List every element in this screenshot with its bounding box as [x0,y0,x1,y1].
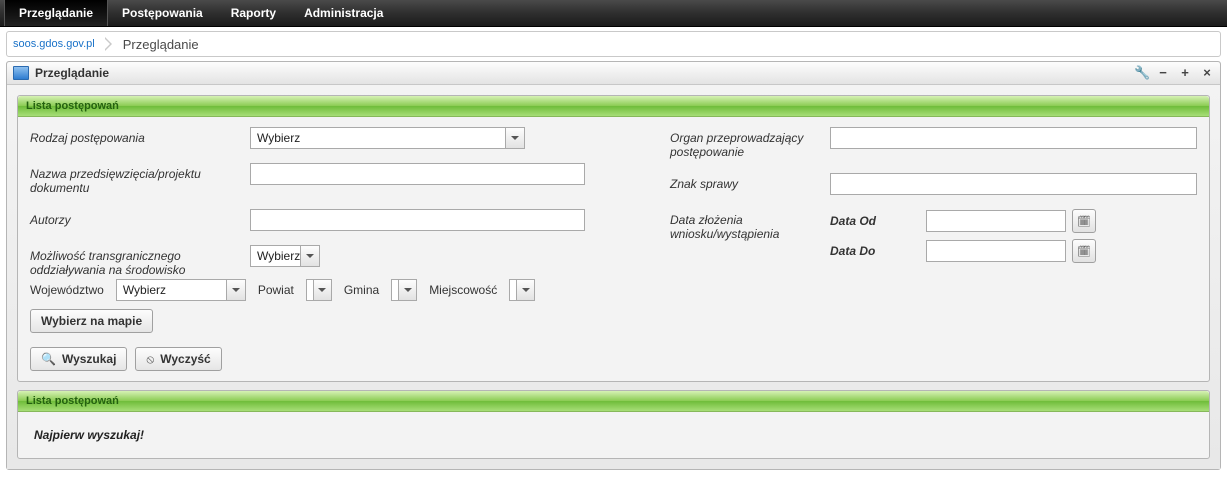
label-autorzy: Autorzy [30,209,240,227]
combo-powiat[interactable] [306,279,332,301]
breadcrumb-host[interactable]: soos.gdos.gov.pl [13,38,95,50]
chevron-right-icon [105,37,113,51]
label-transgraniczne: Możliwość transgranicznego oddziaływania… [30,245,240,277]
main-panel: Przeglądanie 🔧 − + × Lista postępowań Ro… [6,61,1221,470]
results-empty-message: Najpierw wyszukaj! [30,422,1197,448]
clear-button[interactable]: ⦸ Wyczyść [135,347,221,371]
label-gmina: Gmina [344,283,379,297]
combo-gmina[interactable] [391,279,417,301]
tool-settings-icon[interactable]: 🔧 [1134,66,1148,80]
search-subpanel: Lista postępowań Rodzaj postępowania Wyb… [17,95,1210,382]
label-znak: Znak sprawy [670,173,820,191]
label-rodzaj: Rodzaj postępowania [30,127,240,145]
results-subpanel: Lista postępowań Najpierw wyszukaj! [17,390,1210,459]
combo-transgraniczne-value: Wybierz [257,249,300,263]
breadcrumb: soos.gdos.gov.pl Przeglądanie [6,31,1221,57]
input-nazwa[interactable] [250,163,585,185]
input-data-do[interactable] [926,240,1066,262]
chevron-down-icon[interactable] [226,280,245,300]
button-label: Wybierz na mapie [41,314,142,328]
label-data-zlozenia: Data złożenia wniosku/wystąpienia [670,209,820,241]
nav-item-administracja[interactable]: Administracja [290,0,397,26]
nav-item-przegladanie[interactable]: Przeglądanie [4,0,108,26]
tool-minimize-icon[interactable]: − [1156,66,1170,80]
label-data-do: Data Do [830,244,920,258]
tool-close-icon[interactable]: × [1200,66,1214,80]
chevron-down-icon[interactable] [398,280,416,300]
chevron-down-icon[interactable] [516,280,534,300]
combo-wojewodztwo-value: Wybierz [123,283,226,297]
label-wojewodztwo: Województwo [30,283,104,297]
combo-transgraniczne[interactable]: Wybierz [250,245,320,267]
combo-wojewodztwo[interactable]: Wybierz [116,279,246,301]
combo-miejscowosc[interactable] [509,279,535,301]
map-select-button[interactable]: Wybierz na mapie [30,309,153,333]
chevron-down-icon[interactable] [313,280,331,300]
nav-item-raporty[interactable]: Raporty [217,0,290,26]
combo-rodzaj[interactable]: Wybierz [250,127,525,149]
calendar-icon[interactable]: 🗓 [1072,239,1096,263]
top-nav: Przeglądanie Postępowania Raporty Admini… [0,0,1227,27]
panel-header: Przeglądanie 🔧 − + × [7,62,1220,85]
calendar-icon[interactable]: 🗓 [1072,209,1096,233]
label-data-od: Data Od [830,214,920,228]
nav-item-postepowania[interactable]: Postępowania [108,0,217,26]
window-icon [13,66,29,80]
input-data-od[interactable] [926,210,1066,232]
button-label: Wyszukaj [62,352,116,366]
results-body: Najpierw wyszukaj! [18,412,1209,458]
input-autorzy[interactable] [250,209,585,231]
breadcrumb-current: Przeglądanie [123,37,199,52]
label-powiat: Powiat [258,283,294,297]
tool-maximize-icon[interactable]: + [1178,66,1192,80]
search-subpanel-title: Lista postępowań [18,96,1209,117]
search-button[interactable]: 🔍 Wyszukaj [30,347,127,371]
chevron-down-icon[interactable] [505,128,524,148]
search-icon: 🔍 [41,352,56,366]
panel-tools: 🔧 − + × [1134,66,1214,80]
label-nazwa: Nazwa przedsięwzięcia/projektu dokumentu [30,163,240,195]
label-organ: Organ przeprowadzający postępowanie [670,127,820,159]
input-organ[interactable] [830,127,1197,149]
button-label: Wyczyść [160,352,210,366]
panel-title: Przeglądanie [35,66,1134,80]
search-form: Rodzaj postępowania Wybierz Nazwa przeds… [18,117,1209,381]
input-znak[interactable] [830,173,1197,195]
label-miejscowosc: Miejscowość [429,283,497,297]
panel-body: Lista postępowań Rodzaj postępowania Wyb… [7,85,1220,469]
clear-icon: ⦸ [146,352,154,367]
results-subpanel-title: Lista postępowań [18,391,1209,412]
combo-rodzaj-value: Wybierz [257,131,505,145]
chevron-down-icon[interactable] [300,246,319,266]
